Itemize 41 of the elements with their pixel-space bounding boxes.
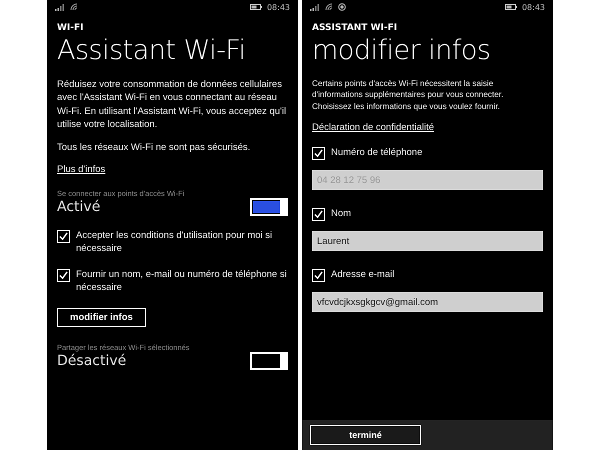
- description-text: Tous les réseaux Wi-Fi ne sont pas sécurisés.: [57, 141, 252, 154]
- signal-icon: [310, 4, 320, 10]
- signal-icon: [55, 4, 65, 10]
- info-link[interactable]: Déclaration de confidentialité: [312, 122, 434, 134]
- page-title: Assistant Wi-Fi: [57, 35, 247, 66]
- info-link[interactable]: Plus d'infos: [57, 164, 106, 176]
- check-icon: [314, 210, 323, 220]
- toggle-switch[interactable]: [250, 352, 288, 370]
- wifi-icon: [70, 3, 78, 11]
- checkbox-label: Numéro de téléphone: [331, 147, 422, 160]
- app-header: WI-FI: [57, 23, 85, 33]
- checkbox[interactable]: [57, 269, 70, 282]
- wifi-icon: [325, 3, 333, 11]
- toggle-state-text: Désactivé: [57, 352, 126, 369]
- description-text: Certains points d'accès Wi-Fi nécessitent la saisie d'informations supplémentaires pour vous connecter. Choisissez les informations que vous voulez fournir.: [312, 78, 504, 112]
- toggle-switch[interactable]: [250, 198, 288, 216]
- check-icon: [314, 271, 323, 280]
- toggle-state-text: Activé: [57, 199, 100, 216]
- check-icon: [59, 271, 68, 280]
- checkbox-label: Nom: [331, 208, 352, 221]
- battery-icon: [250, 4, 262, 10]
- checkbox[interactable]: [312, 208, 325, 222]
- clock-time: 08:43: [522, 2, 545, 12]
- checkbox-label: Accepter les conditions d'utilisation pour moi si nécessaire: [76, 230, 274, 256]
- description-text: Réduisez votre consommation de données cellulaires avec l'Assistant Wi-Fi en vous connectant au réseau Wi-Fi. En utilisant l'Assistant Wi-Fi, vous acceptez qu'il utilise votre localisation.: [57, 78, 288, 132]
- checkbox[interactable]: [312, 147, 325, 160]
- checkbox-label: Fournir un nom, e-mail ou numéro de téléphone si nécessaire: [76, 269, 288, 294]
- check-icon: [314, 149, 323, 158]
- input-field[interactable]: vfcvdcjkxsgkgcv@gmail.com: [312, 292, 543, 312]
- app-header: ASSISTANT WI-FI: [312, 23, 398, 33]
- checkbox[interactable]: [312, 269, 325, 282]
- checkbox-label: Adresse e-mail: [331, 269, 394, 282]
- checkbox[interactable]: [57, 230, 70, 244]
- page-title: modifier infos: [312, 35, 492, 66]
- input-field[interactable]: Laurent: [312, 231, 543, 252]
- done-button[interactable]: terminé: [310, 425, 421, 445]
- location-icon: [338, 3, 346, 11]
- edit-info-button[interactable]: modifier infos: [57, 308, 146, 327]
- check-icon: [59, 232, 68, 242]
- clock-time: 08:43: [266, 2, 290, 12]
- battery-icon: [504, 4, 517, 10]
